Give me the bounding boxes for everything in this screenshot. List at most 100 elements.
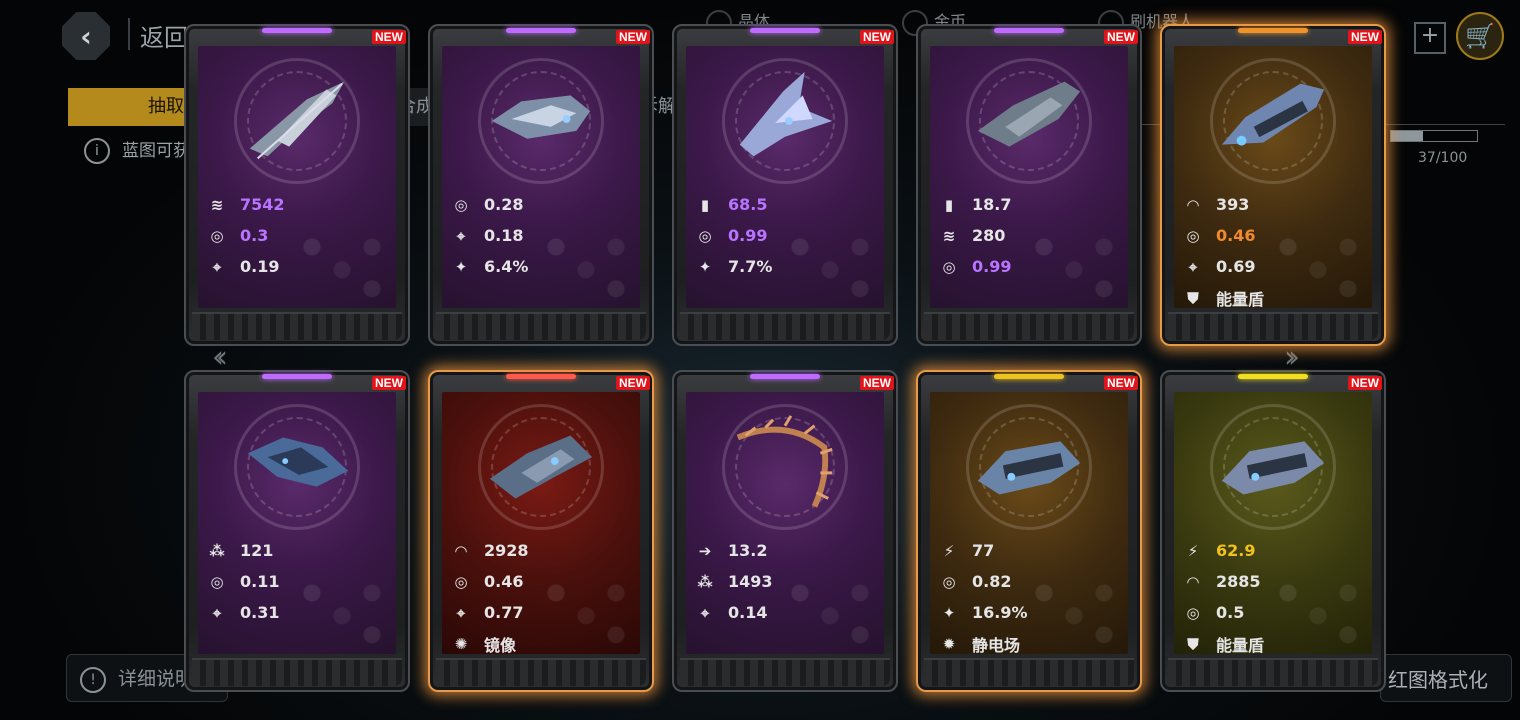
rarity-bar [506, 374, 576, 379]
card-panel: ⚡ 62.9 ◠ 2885 ◎ 0.5 ⛊ 能量盾 [1174, 392, 1372, 654]
stat-row: ◠ 2885 [1178, 566, 1370, 597]
shield-dome-icon: ◠ [1187, 572, 1199, 591]
rarity-bar [262, 374, 332, 379]
stat-value: 0.28 [484, 195, 524, 214]
cooldown-icon: ◎ [454, 195, 468, 214]
crosshair-icon: ⌖ [212, 257, 222, 276]
new-badge: NEW [860, 376, 894, 390]
crosshair-icon: ⌖ [456, 226, 466, 245]
spaceship-image [970, 62, 1088, 180]
spaceship-image [726, 62, 844, 180]
card-base [680, 312, 890, 340]
rarity-bar [1238, 28, 1308, 33]
stat-row: ◎ 0.28 [446, 189, 638, 220]
reward-card[interactable]: NEW ⚡ 62.9 ◠ 2885 ◎ 0.5 ⛊ 能量盾 [1160, 370, 1386, 692]
stat-value: 7.7% [728, 257, 773, 276]
stat-row: ◎ 0.99 [690, 220, 882, 251]
missile-icon: ✦ [454, 257, 468, 276]
progress-text: 37/100 [1418, 150, 1468, 166]
stat-value: 0.99 [972, 257, 1012, 276]
card-base [1168, 658, 1378, 686]
reward-card[interactable]: NEW ➔ 13.2 ⁂ 1493 ⌖ 0.14 [672, 370, 898, 692]
card-panel: ▮ 18.7 ≋ 280 ◎ 0.99 [930, 46, 1128, 308]
stat-row: ⁂ 1493 [690, 566, 882, 597]
stat-value: 77 [972, 541, 995, 560]
new-badge: NEW [1348, 376, 1382, 390]
stat-row: ⌖ 0.69 [1178, 251, 1370, 282]
spaceship-image [238, 62, 356, 180]
spaceship-image [482, 62, 600, 180]
reward-card[interactable]: NEW ◠ 393 ◎ 0.46 ⌖ 0.69 ⛊ 能量盾 [1160, 24, 1386, 346]
reward-card[interactable]: NEW ◠ 2928 ◎ 0.46 ⌖ 0.77 ✺ 镜像 [428, 370, 654, 692]
stat-list: ◠ 2928 ◎ 0.46 ⌖ 0.77 ✺ 镜像 [446, 535, 638, 654]
reward-card[interactable]: NEW ≋ 7542 ◎ 0.3 ⌖ 0.19 [184, 24, 410, 346]
hull-icon: ≋ [210, 195, 224, 214]
cooldown-icon: ◎ [454, 572, 468, 591]
energy-shield-icon: ⛊ [1187, 634, 1199, 653]
stat-value: 121 [240, 541, 274, 560]
spaceship-image [726, 408, 844, 526]
card-panel: ⁂ 121 ◎ 0.11 ⌖ 0.31 [198, 392, 396, 654]
card-panel: ◠ 393 ◎ 0.46 ⌖ 0.69 ⛊ 能量盾 [1174, 46, 1372, 308]
add-currency-button[interactable]: + [1414, 22, 1446, 54]
new-badge: NEW [372, 30, 406, 44]
detail-button[interactable]: ! 详细说明 [80, 664, 194, 693]
stat-row: ≋ 280 [934, 220, 1126, 251]
shield-dome-icon: ◠ [455, 541, 467, 560]
card-base [436, 312, 646, 340]
cooldown-icon: ◎ [210, 572, 224, 591]
stat-row: ◎ 0.99 [934, 251, 1126, 282]
new-badge: NEW [616, 30, 650, 44]
stat-value: 2928 [484, 541, 529, 560]
new-badge: NEW [1104, 30, 1138, 44]
stat-list: ▮ 18.7 ≋ 280 ◎ 0.99 [934, 189, 1126, 282]
card-panel: ◎ 0.28 ⌖ 0.18 ✦ 6.4% [442, 46, 640, 308]
stat-value: 0.77 [484, 603, 524, 622]
stat-row: ⚡ 77 [934, 535, 1126, 566]
stat-row: ⌖ 0.31 [202, 597, 394, 628]
stat-value: 18.7 [972, 195, 1012, 214]
stat-row: ⌖ 0.77 [446, 597, 638, 628]
stat-row: ✺ 镜像 [446, 628, 638, 655]
card-base [192, 658, 402, 686]
rarity-bar [994, 28, 1064, 33]
new-badge: NEW [1348, 30, 1382, 44]
reward-card[interactable]: NEW ◎ 0.28 ⌖ 0.18 ✦ 6.4% [428, 24, 654, 346]
stat-value: 1493 [728, 572, 773, 591]
stat-row: ✦ 6.4% [446, 251, 638, 282]
stat-value: 393 [1216, 195, 1250, 214]
reward-card[interactable]: NEW ⚡ 77 ◎ 0.82 ✦ 16.9% ✹ 静电场 [916, 370, 1142, 692]
missile-icon: ✦ [698, 257, 712, 276]
plus-icon: + [1420, 23, 1440, 48]
stat-row: ⌖ 0.14 [690, 597, 882, 628]
cooldown-icon: ◎ [942, 572, 956, 591]
card-base [192, 312, 402, 340]
stat-row: ≋ 7542 [202, 189, 394, 220]
stat-value: 0.46 [1216, 226, 1256, 245]
stat-row: ▮ 18.7 [934, 189, 1126, 220]
stat-list: ⁂ 121 ◎ 0.11 ⌖ 0.31 [202, 535, 394, 628]
reward-card[interactable]: NEW ▮ 18.7 ≋ 280 ◎ 0.99 [916, 24, 1142, 346]
stat-row: ⌖ 0.19 [202, 251, 394, 282]
tab-draw[interactable]: 抽取 [68, 88, 188, 126]
shop-cart-button[interactable]: 🛒 [1456, 12, 1504, 60]
stat-list: ⚡ 77 ◎ 0.82 ✦ 16.9% ✹ 静电场 [934, 535, 1126, 654]
new-badge: NEW [860, 30, 894, 44]
reward-card[interactable]: NEW ▮ 68.5 ◎ 0.99 ✦ 7.7% [672, 24, 898, 346]
shield-dome-icon: ◠ [1187, 195, 1199, 214]
card-panel: ≋ 7542 ◎ 0.3 ⌖ 0.19 [198, 46, 396, 308]
reward-card[interactable]: NEW ⁂ 121 ◎ 0.11 ⌖ 0.31 [184, 370, 410, 692]
stat-row: ▮ 68.5 [690, 189, 882, 220]
rarity-bar [750, 28, 820, 33]
spaceship-image [482, 408, 600, 526]
info-icon[interactable]: i [84, 138, 110, 164]
stat-value: 7542 [240, 195, 285, 214]
crosshair-icon: ⌖ [456, 603, 466, 622]
stat-value: 0.19 [240, 257, 280, 276]
stat-row: ◎ 0.3 [202, 220, 394, 251]
missile-icon: ✦ [942, 603, 956, 622]
stat-value: 0.69 [1216, 257, 1256, 276]
stat-row: ⁂ 121 [202, 535, 394, 566]
stat-list: ➔ 13.2 ⁂ 1493 ⌖ 0.14 [690, 535, 882, 628]
format-button[interactable]: 红图格式化 [1388, 664, 1488, 693]
